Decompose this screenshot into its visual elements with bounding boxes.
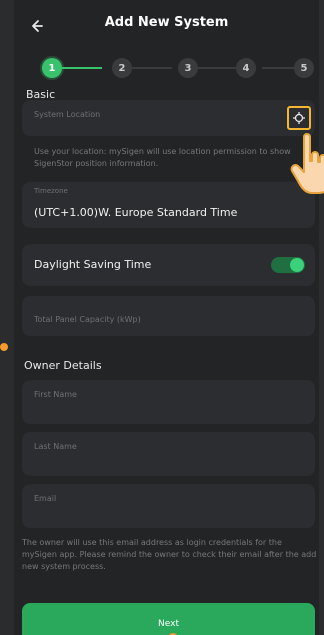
daylight-saving-label: Daylight Saving Time [34,258,152,271]
step-3[interactable]: 3 [178,58,198,78]
timezone-label: Timezone [34,187,68,195]
first-name-placeholder: First Name [34,390,77,399]
next-label: Next [158,619,179,629]
email-field[interactable]: Email [22,484,315,528]
daylight-saving-row: Daylight Saving Time [22,244,315,286]
step-connector [262,67,296,69]
owner-email-hint: The owner will use this email address as… [22,538,317,571]
system-location-field[interactable]: System Location [22,100,315,136]
step-4[interactable]: 4 [236,58,256,78]
last-name-placeholder: Last Name [34,442,77,451]
panel-capacity-field[interactable]: Total Panel Capacity (kWp) [22,296,315,336]
add-system-screen: Add New System 1 2 3 4 5 Basic System Lo… [14,0,324,635]
pointing-hand-icon [290,133,324,194]
step-2[interactable]: 2 [112,58,132,78]
step-1[interactable]: 1 [42,58,62,78]
first-name-field[interactable]: First Name [22,380,315,424]
toggle-knob [290,258,304,272]
locate-button[interactable] [287,106,311,130]
daylight-saving-toggle[interactable] [271,257,305,273]
page-title: Add New System [104,15,229,30]
panel-capacity-placeholder: Total Panel Capacity (kWp) [34,315,141,324]
owner-section-label: Owner Details [24,359,102,372]
edge-marker [0,343,8,351]
crosshair-icon [293,112,305,124]
next-button[interactable]: Next [22,603,315,635]
stepper: 1 2 3 4 5 [26,58,316,80]
timezone-field[interactable]: Timezone (UTC+1.00)W. Europe Standard Ti… [22,182,315,228]
step-5[interactable]: 5 [294,58,314,78]
system-location-placeholder: System Location [34,110,101,119]
timezone-value: (UTC+1.00)W. Europe Standard Time [34,206,238,219]
location-hint: Use your location: mySigen will use loca… [34,147,291,168]
email-placeholder: Email [34,494,57,503]
header: Add New System [14,0,319,50]
step-connector [192,67,242,69]
last-name-field[interactable]: Last Name [22,432,315,476]
